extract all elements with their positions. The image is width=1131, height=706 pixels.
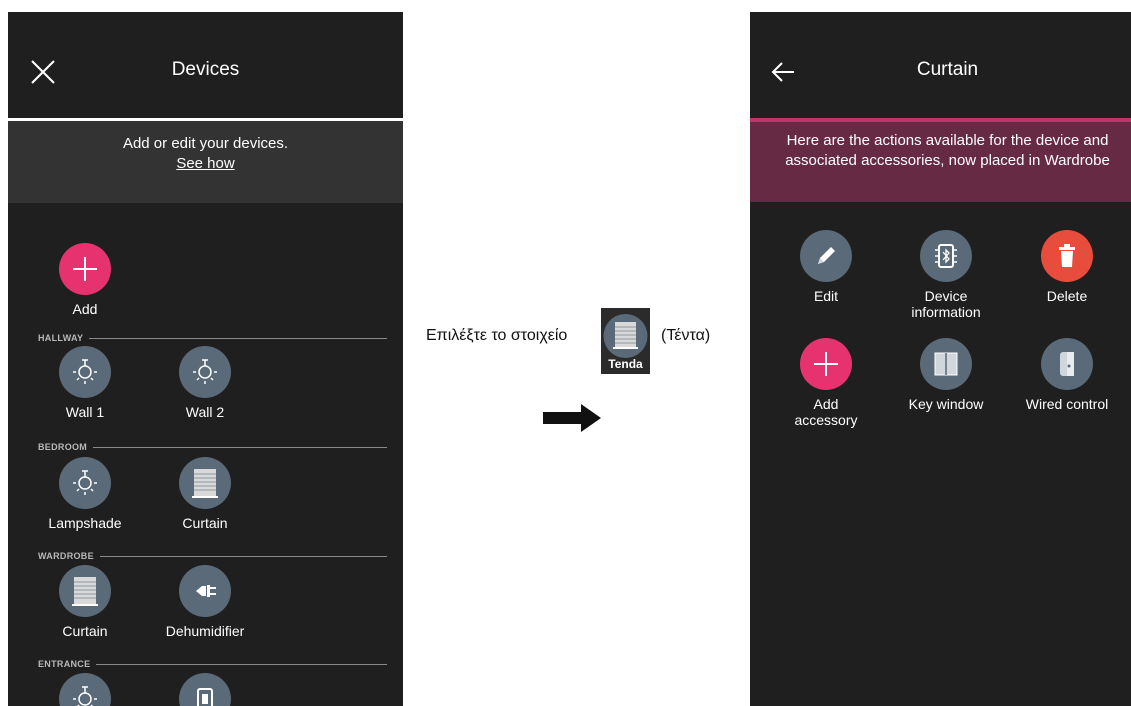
device-entrance-light[interactable] <box>35 673 135 706</box>
section-label: WARDROBE <box>38 550 100 562</box>
bluetooth-chip-icon <box>920 230 972 282</box>
curtain-header: Curtain <box>750 12 1131 118</box>
action-label: Key window <box>908 396 984 412</box>
device-name: Lampshade <box>48 515 122 531</box>
section-bedroom: BEDROOM <box>38 441 387 453</box>
light-bulb-icon <box>59 673 111 706</box>
section-hallway: HALLWAY <box>38 332 387 344</box>
light-bulb-icon <box>59 346 111 398</box>
device-curtain-bedroom[interactable]: Curtain <box>155 457 255 531</box>
actions-info-text: Here are the actions available for the d… <box>785 132 1110 169</box>
section-entrance: ENTRANCE <box>38 658 387 670</box>
curtain-screen: Curtain Here are the actions available f… <box>750 12 1131 706</box>
actions-info-banner: Here are the actions available for the d… <box>750 122 1131 202</box>
device-lampshade[interactable]: Lampshade <box>35 457 135 531</box>
plus-icon <box>59 243 111 295</box>
info-bar: Add or edit your devices. See how <box>8 121 403 203</box>
device-name: Dehumidifier <box>165 623 245 639</box>
action-label: Delete <box>1046 288 1088 304</box>
pencil-icon <box>800 230 852 282</box>
device-list: Add HALLWAY Wall 1 Wall 2 BEDROOM Lampsh… <box>8 203 403 706</box>
action-label: Add accessory <box>794 396 858 428</box>
key-window-button[interactable]: Key window <box>896 338 996 412</box>
devices-screen: Devices Add or edit your devices. See ho… <box>8 12 403 706</box>
action-label: Edit <box>813 288 839 304</box>
tenda-icon: Tenda <box>601 308 650 374</box>
add-accessory-button[interactable]: Add accessory <box>776 338 876 428</box>
light-bulb-icon <box>59 457 111 509</box>
device-curtain-wardrobe[interactable]: Curtain <box>35 565 135 639</box>
devices-header: Devices <box>8 12 403 118</box>
add-label: Add <box>72 301 98 317</box>
info-text: Add or edit your devices. <box>122 135 289 152</box>
page-title: Curtain <box>916 59 979 80</box>
instruction-suffix: (Τέντα) <box>661 327 711 344</box>
see-how-link[interactable]: See how <box>8 155 403 172</box>
section-divider <box>38 338 387 339</box>
wired-control-icon <box>1041 338 1093 390</box>
device-name: Curtain <box>62 623 108 639</box>
device-entrance-switch[interactable] <box>155 673 255 706</box>
curtain-icon <box>59 565 111 617</box>
device-wall-2[interactable]: Wall 2 <box>155 346 255 420</box>
action-label: Wired control <box>1025 396 1109 412</box>
section-label: BEDROOM <box>38 441 94 453</box>
action-label: Device information <box>911 288 981 320</box>
plug-icon <box>179 565 231 617</box>
wired-control-button[interactable]: Wired control <box>1017 338 1117 412</box>
delete-button[interactable]: Delete <box>1017 230 1117 304</box>
device-name: Wall 1 <box>65 404 105 420</box>
device-name: Curtain <box>182 515 228 531</box>
trash-icon <box>1041 230 1093 282</box>
arrow-right-icon <box>543 404 601 432</box>
window-icon <box>920 338 972 390</box>
section-wardrobe: WARDROBE <box>38 550 387 562</box>
instruction-text: Επιλέξτε το στοιχείο <box>426 327 568 344</box>
edit-button[interactable]: Edit <box>776 230 876 304</box>
curtain-icon <box>179 457 231 509</box>
light-bulb-icon <box>179 346 231 398</box>
add-device-button[interactable]: Add <box>35 243 135 317</box>
tenda-label: Tenda <box>608 357 643 371</box>
section-label: HALLWAY <box>38 332 90 344</box>
section-label: ENTRANCE <box>38 658 97 670</box>
switch-icon <box>179 673 231 706</box>
device-wall-1[interactable]: Wall 1 <box>35 346 135 420</box>
device-name: Wall 2 <box>185 404 225 420</box>
device-information-button[interactable]: Device information <box>896 230 996 320</box>
plus-icon <box>800 338 852 390</box>
device-dehumidifier[interactable]: Dehumidifier <box>155 565 255 639</box>
page-title: Devices <box>171 59 240 80</box>
